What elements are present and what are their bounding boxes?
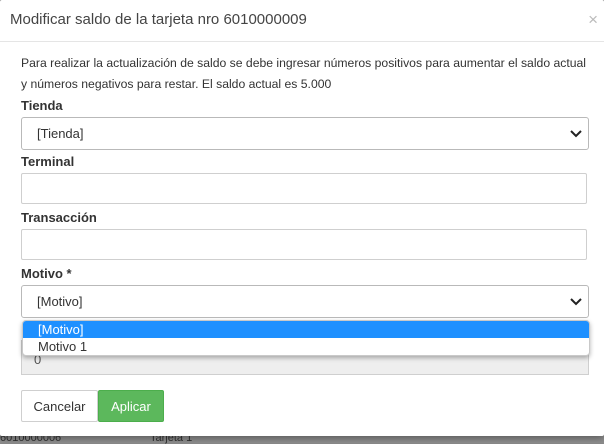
close-icon[interactable]: ×	[588, 10, 598, 30]
motivo-select[interactable]: [Motivo]	[21, 285, 589, 318]
chevron-down-icon	[570, 298, 582, 306]
terminal-input[interactable]	[21, 173, 587, 204]
transaccion-input[interactable]	[21, 229, 587, 260]
motivo-option-1[interactable]: Motivo 1	[23, 338, 589, 355]
cancel-button[interactable]: Cancelar	[21, 390, 98, 422]
tienda-selected-value: [Tienda]	[37, 126, 84, 141]
transaccion-label: Transacción	[21, 210, 97, 225]
motivo-option-placeholder[interactable]: [Motivo]	[23, 321, 589, 338]
apply-button[interactable]: Aplicar	[98, 390, 164, 422]
chevron-down-icon	[570, 130, 582, 138]
dialog-header: Modificar saldo de la tarjeta nro 601000…	[0, 0, 604, 42]
intro-text: Para realizar la actualización de saldo …	[21, 56, 587, 91]
motivo-selected-value: [Motivo]	[37, 294, 83, 309]
terminal-label: Terminal	[21, 154, 75, 169]
tienda-select[interactable]: [Tienda]	[21, 117, 589, 150]
dialog-title: Modificar saldo de la tarjeta nro 601000…	[10, 11, 307, 28]
motivo-dropdown-list: [Motivo] Motivo 1	[22, 320, 590, 356]
tienda-label: Tienda	[21, 98, 63, 113]
modify-balance-dialog: Modificar saldo de la tarjeta nro 601000…	[0, 0, 604, 436]
motivo-label: Motivo *	[21, 266, 72, 281]
